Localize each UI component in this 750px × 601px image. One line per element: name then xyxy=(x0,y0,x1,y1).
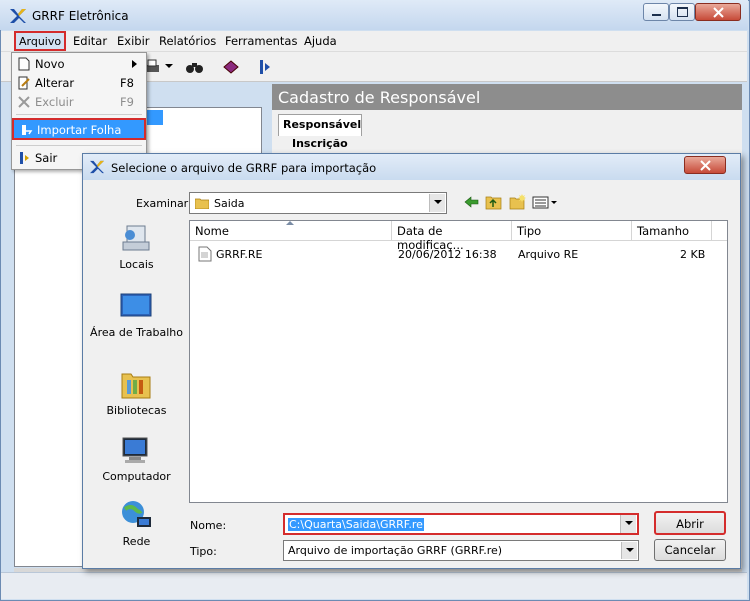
import-dialog: Selecione o arquivo de GRRF para importa… xyxy=(82,153,741,569)
column-header-nome[interactable]: Nome xyxy=(190,221,392,241)
menu-exibir[interactable]: Exibir xyxy=(117,34,150,48)
place-bibliotecas[interactable]: Bibliotecas xyxy=(89,368,184,430)
place-computador[interactable]: Computador xyxy=(89,434,184,496)
menu-ajuda[interactable]: Ajuda xyxy=(304,34,337,48)
panel-header: Cadastro de Responsável xyxy=(272,84,742,110)
folder-icon xyxy=(195,198,209,209)
dialog-title: Selecione o arquivo de GRRF para importa… xyxy=(111,161,377,175)
filetype-value: Arquivo de importação GRRF (GRRF.re) xyxy=(288,544,503,557)
submenu-arrow-icon xyxy=(132,60,137,68)
lookin-value: Saida xyxy=(214,197,245,210)
filename-value: C:\Quarta\Saida\GRRF.re xyxy=(288,518,424,531)
menu-item-excluir[interactable]: Excluir F9 xyxy=(12,92,146,112)
exit-icon xyxy=(20,152,29,164)
chevron-down-icon xyxy=(625,521,633,525)
filename-input[interactable]: C:\Quarta\Saida\GRRF.re xyxy=(283,513,639,535)
file-type: Arquivo RE xyxy=(518,248,579,261)
dialog-close-button[interactable] xyxy=(684,156,726,174)
filetype-select[interactable]: Arquivo de importação GRRF (GRRF.re) xyxy=(283,540,639,561)
menu-item-importar-folha[interactable]: Importar Folha xyxy=(12,118,146,140)
desktop-icon xyxy=(120,293,152,317)
edit-document-icon xyxy=(18,76,30,90)
back-arrow-icon[interactable] xyxy=(463,194,481,210)
file-icon xyxy=(198,246,212,262)
title-bar[interactable]: GRRF Eletrônica xyxy=(0,0,748,30)
place-area-de-trabalho[interactable]: Área de Trabalho xyxy=(89,290,184,360)
lookin-select[interactable]: Saida xyxy=(189,192,447,214)
file-size: 2 KB xyxy=(680,248,706,261)
cancel-button[interactable]: Cancelar xyxy=(654,539,726,561)
group-inscricao-label: Inscrição xyxy=(292,137,348,150)
column-header-data[interactable]: Data de modificaç... xyxy=(392,221,512,252)
tab-responsavel[interactable]: Responsável xyxy=(278,114,362,136)
menu-item-novo[interactable]: Novo xyxy=(12,54,146,74)
minimize-icon xyxy=(652,14,661,16)
places-bar: Locais Área de Trabalho Bibliotecas Comp… xyxy=(89,218,184,548)
network-icon xyxy=(122,501,151,527)
chevron-down-icon xyxy=(434,200,442,204)
close-icon xyxy=(713,7,724,18)
chevron-down-icon xyxy=(626,548,634,552)
binoculars-icon[interactable] xyxy=(184,57,206,77)
place-rede[interactable]: Rede xyxy=(89,499,184,561)
recent-places-icon xyxy=(122,225,150,251)
up-folder-icon[interactable] xyxy=(485,194,503,210)
menu-editar[interactable]: Editar xyxy=(73,34,107,48)
sort-ascending-icon xyxy=(286,221,294,225)
menu-separator xyxy=(16,114,142,115)
minimize-button[interactable] xyxy=(643,3,669,21)
new-document-icon xyxy=(18,57,30,71)
status-bar xyxy=(1,572,747,599)
place-locais[interactable]: Locais xyxy=(89,222,184,284)
libraries-icon xyxy=(121,373,151,399)
dropdown-button[interactable] xyxy=(429,194,445,212)
filetype-label: Tipo: xyxy=(190,545,217,558)
import-icon xyxy=(22,125,33,135)
close-icon xyxy=(700,160,711,171)
app-title: GRRF Eletrônica xyxy=(32,9,129,23)
close-button[interactable] xyxy=(695,3,741,21)
delete-icon xyxy=(18,96,30,108)
list-header: Nome Data de modificaç... Tipo Tamanho xyxy=(190,221,727,252)
menu-ferramentas[interactable]: Ferramentas xyxy=(225,34,297,48)
table-row[interactable]: GRRF.RE 20/06/2012 16:38 Arquivo RE 2 KB xyxy=(192,245,725,263)
new-folder-icon[interactable] xyxy=(509,194,527,210)
filetype-dropdown-button[interactable] xyxy=(621,542,637,559)
menu-separator xyxy=(16,145,142,146)
menu-relatorios[interactable]: Relatórios xyxy=(159,34,216,48)
dialog-title-bar[interactable]: Selecione o arquivo de GRRF para importa… xyxy=(83,154,740,180)
menu-item-alterar[interactable]: Alterar F8 xyxy=(12,73,146,93)
file-date: 20/06/2012 16:38 xyxy=(398,248,497,261)
maximize-icon xyxy=(677,7,688,17)
maximize-button[interactable] xyxy=(669,3,695,21)
filename-label: Nome: xyxy=(190,519,227,532)
file-list[interactable]: Nome Data de modificaç... Tipo Tamanho G… xyxy=(189,220,728,503)
app-logo-icon xyxy=(10,9,26,23)
filename-dropdown-button[interactable] xyxy=(620,515,636,533)
column-header-tamanho[interactable]: Tamanho xyxy=(632,221,712,241)
computer-icon xyxy=(122,437,148,463)
menu-arquivo[interactable]: Arquivo xyxy=(14,31,66,51)
menu-bar: Arquivo Editar Exibir Relatórios Ferrame… xyxy=(1,31,747,52)
chevron-down-icon[interactable] xyxy=(165,64,173,69)
column-header-tipo[interactable]: Tipo xyxy=(512,221,632,241)
file-name: GRRF.RE xyxy=(216,248,263,261)
view-menu-icon[interactable] xyxy=(532,194,558,210)
app-logo-icon xyxy=(90,160,104,174)
book-icon[interactable] xyxy=(220,57,242,77)
lookin-label: Examinar: xyxy=(136,197,192,210)
exit-icon[interactable] xyxy=(254,57,276,77)
open-button[interactable]: Abrir xyxy=(654,511,726,535)
